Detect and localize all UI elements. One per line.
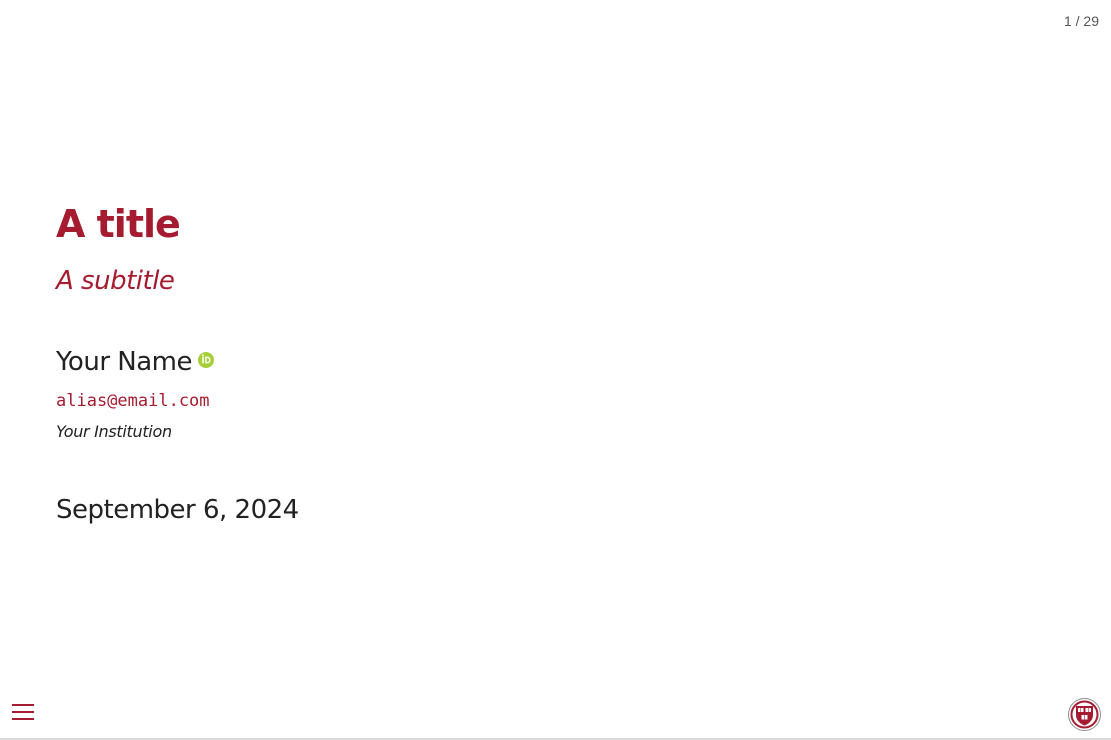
slide-title: A title xyxy=(56,202,181,246)
author-email-link[interactable]: alias@email.com xyxy=(56,389,210,413)
slide-number: 1 / 29 xyxy=(1063,13,1099,29)
hamburger-menu-icon xyxy=(12,704,34,720)
author-name: Your Name xyxy=(56,347,192,377)
slide-subtitle: A subtitle xyxy=(56,266,175,296)
author-row: Your Name xyxy=(56,344,214,380)
slide: 1 / 29 A title A subtitle Your Name alia… xyxy=(0,0,1111,738)
author-institution: Your Institution xyxy=(56,422,172,441)
university-shield-logo xyxy=(1068,698,1101,731)
presentation-date: September 6, 2024 xyxy=(56,495,299,525)
orcid-icon[interactable] xyxy=(197,352,214,368)
menu-button[interactable] xyxy=(10,699,36,725)
